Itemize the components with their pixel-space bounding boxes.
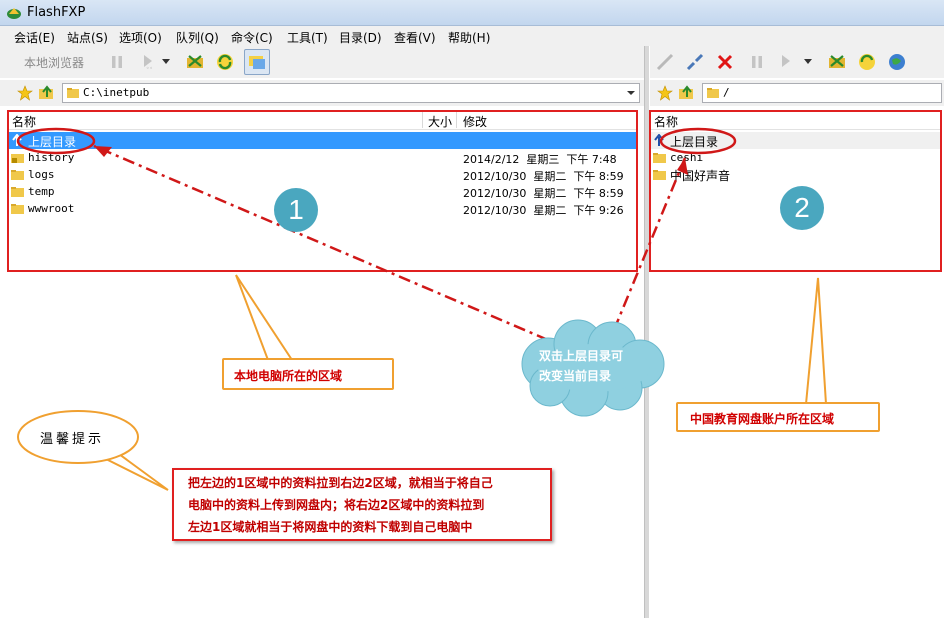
remote-pause-icon[interactable] (746, 51, 768, 73)
window-title: FlashFXP (27, 5, 86, 20)
favorites-star-icon[interactable] (14, 82, 36, 104)
menu-sites[interactable]: 站点(S) (67, 29, 108, 46)
local-drive-icon[interactable] (244, 49, 270, 75)
local-area-label: 本地电脑所在的区域 (234, 369, 343, 383)
tip-line-1: 把左边的1区域中的资料拉到右边2区域，就相当于将自己 (188, 476, 493, 490)
menu-directory[interactable]: 目录(D) (339, 29, 382, 46)
local-area-callout: 本地电脑所在的区域 (222, 358, 394, 390)
compare-icon[interactable] (184, 51, 206, 73)
menu-commands[interactable]: 命令(C) (231, 29, 273, 46)
remote-parent-folder-icon[interactable] (676, 82, 698, 104)
tip-line-3: 左边1区域就相当于将网盘中的资料下载到自己电脑中 (188, 520, 473, 534)
remote-path-bar: / (650, 80, 944, 106)
transfer-icon[interactable]: ◦◦ (138, 51, 160, 73)
remote-path-value: / (723, 86, 730, 99)
local-path-bar: C:\inetpub (0, 80, 644, 106)
local-path-input[interactable]: C:\inetpub (62, 83, 640, 103)
cloud-hint-line-1: 双击上层目录可 (539, 349, 624, 363)
svg-text:◦◦: ◦◦ (146, 65, 153, 71)
cloud-hint-line-2: 改变当前目录 (539, 369, 612, 383)
remote-compare-icon[interactable] (826, 51, 848, 73)
pause-icon[interactable] (106, 51, 128, 73)
menu-session[interactable]: 会话(E) (14, 29, 55, 46)
remote-toolbar (650, 46, 944, 78)
tip-note-box: 把左边的1区域中的资料拉到右边2区域，就相当于将自己 电脑中的资料上传到网盘内；… (172, 468, 552, 541)
remote-area-label: 中国教育网盘账户所在区域 (690, 412, 835, 426)
chevron-down-icon[interactable] (627, 91, 635, 95)
flashfxp-logo-icon (7, 8, 21, 19)
local-path-value: C:\inetpub (83, 86, 150, 99)
remote-transfer-icon[interactable] (776, 51, 798, 73)
menu-help[interactable]: 帮助(H) (448, 29, 490, 46)
remote-favorites-star-icon[interactable] (654, 82, 676, 104)
remote-transfer-dropdown-icon[interactable] (802, 51, 814, 73)
title-bar: FlashFXP (0, 0, 944, 26)
local-toolbar: 本地浏览器 ◦◦ (0, 46, 644, 78)
region-2-badge: 2 (780, 186, 824, 230)
tip-title: 温馨提示 (40, 432, 105, 447)
parent-folder-icon[interactable] (36, 82, 58, 104)
folder-icon (67, 88, 79, 98)
remote-area-callout: 中国教育网盘账户所在区域 (676, 402, 880, 432)
local-browser-label[interactable]: 本地浏览器 (24, 54, 84, 71)
disconnect-icon[interactable] (684, 51, 706, 73)
remote-path-input[interactable]: / (702, 83, 942, 103)
menu-options[interactable]: 选项(O) (119, 29, 162, 46)
menu-tools[interactable]: 工具(T) (287, 29, 328, 46)
remote-refresh-icon[interactable] (856, 51, 878, 73)
tip-line-2: 电脑中的资料上传到网盘内；将右边2区域中的资料拉到 (188, 498, 485, 512)
menu-queue[interactable]: 队列(Q) (176, 29, 219, 46)
cloud-hint: 双击上层目录可 改变当前目录 (539, 346, 623, 386)
region-1-badge: 1 (274, 188, 318, 232)
folder-icon (707, 88, 719, 98)
refresh-icon[interactable] (214, 51, 236, 73)
menu-view[interactable]: 查看(V) (394, 29, 436, 46)
menu-bar: 会话(E) 站点(S) 选项(O) 队列(Q) 命令(C) 工具(T) 目录(D… (0, 26, 944, 46)
transfer-dropdown-icon[interactable] (160, 51, 172, 73)
region-1-outline (7, 110, 638, 272)
abort-icon[interactable] (714, 51, 736, 73)
connect-icon[interactable] (654, 51, 676, 73)
globe-icon[interactable] (886, 51, 908, 73)
